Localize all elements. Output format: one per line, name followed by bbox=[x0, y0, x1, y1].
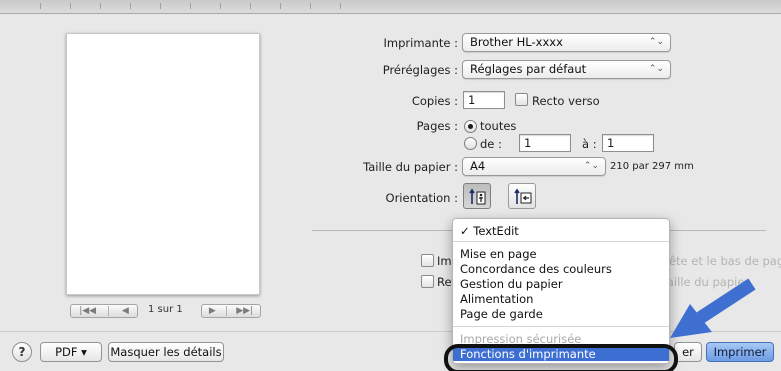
section-divider-right bbox=[670, 230, 766, 231]
menu-item-page-setup[interactable]: Mise en page bbox=[453, 247, 669, 261]
menu-separator bbox=[453, 241, 669, 242]
preview-back-nav[interactable]: |◀◀ ◀ bbox=[70, 304, 138, 318]
two-sided-checkbox[interactable] bbox=[515, 93, 528, 106]
fit-paper-checkbox[interactable] bbox=[421, 275, 434, 288]
menu-item-paper-feed[interactable]: Alimentation bbox=[453, 292, 669, 306]
help-button[interactable]: ? bbox=[12, 342, 32, 362]
menu-item-paper-handling[interactable]: Gestion du papier bbox=[453, 277, 669, 291]
paper-size-popup[interactable]: A4 ⌃⌄ bbox=[462, 157, 606, 176]
landscape-orientation-button[interactable] bbox=[508, 183, 536, 209]
pages-label: Pages : bbox=[416, 119, 458, 133]
portrait-orientation-button[interactable] bbox=[463, 183, 491, 209]
section-divider-left bbox=[312, 230, 454, 231]
presets-label: Préréglages : bbox=[382, 63, 458, 77]
previous-page-icon[interactable]: ◀ bbox=[118, 306, 133, 316]
landscape-icon bbox=[514, 188, 532, 204]
up-down-arrows-icon: ⌃⌄ bbox=[583, 161, 599, 171]
page-counter: 1 sur 1 bbox=[148, 304, 183, 315]
callout-arrow-icon bbox=[670, 278, 756, 338]
callout-highlight-ring bbox=[444, 344, 678, 371]
portrait-icon bbox=[469, 188, 486, 205]
first-page-icon[interactable]: |◀◀ bbox=[75, 306, 100, 316]
panel-popup-menu[interactable]: ✓ TextEdit Mise en page Concordance des … bbox=[452, 218, 670, 364]
preview-forward-nav[interactable]: ▶ ▶▶| bbox=[201, 304, 261, 318]
orientation-label: Orientation : bbox=[385, 191, 458, 205]
page-preview bbox=[66, 33, 260, 295]
pages-to-label: à : bbox=[582, 137, 597, 151]
pages-from-label: de : bbox=[480, 137, 502, 151]
pages-to-field[interactable]: 1 bbox=[602, 134, 654, 152]
copies-label: Copies : bbox=[411, 94, 458, 108]
copies-field[interactable]: 1 bbox=[463, 91, 505, 109]
pages-from-field[interactable]: 1 bbox=[519, 134, 571, 152]
two-sided-label: Recto verso bbox=[532, 94, 600, 108]
presets-value: Réglages par défaut bbox=[470, 62, 587, 76]
menu-item-color-matching[interactable]: Concordance des couleurs bbox=[453, 262, 669, 276]
paper-dimensions: 210 par 297 mm bbox=[610, 161, 694, 172]
pages-range-radio[interactable] bbox=[464, 137, 477, 150]
menu-item-textedit[interactable]: ✓ TextEdit bbox=[453, 224, 669, 238]
up-down-arrows-icon: ⌃⌄ bbox=[648, 37, 664, 47]
menu-separator bbox=[453, 326, 669, 327]
header-footer-checkbox[interactable] bbox=[421, 254, 434, 267]
last-page-icon[interactable]: ▶▶| bbox=[232, 306, 257, 316]
printer-label: Imprimante : bbox=[383, 36, 458, 50]
paper-size-value: A4 bbox=[470, 159, 486, 173]
hide-details-button[interactable]: Masquer les détails bbox=[108, 342, 224, 362]
paper-size-label: Taille du papier : bbox=[363, 160, 458, 174]
printer-popup[interactable]: Brother HL-xxxx ⌃⌄ bbox=[462, 33, 671, 52]
pdf-menu-button[interactable]: PDF ▾ bbox=[40, 342, 102, 362]
presets-popup[interactable]: Réglages par défaut ⌃⌄ bbox=[462, 60, 671, 79]
pages-all-radio[interactable] bbox=[464, 120, 477, 133]
sheet-top-strip bbox=[0, 0, 781, 14]
next-page-icon[interactable]: ▶ bbox=[205, 306, 220, 316]
printer-value: Brother HL-xxxx bbox=[470, 35, 563, 49]
menu-item-cover-page[interactable]: Page de garde bbox=[453, 307, 669, 321]
up-down-arrows-icon: ⌃⌄ bbox=[648, 64, 664, 74]
pages-all-label: toutes bbox=[480, 119, 517, 133]
